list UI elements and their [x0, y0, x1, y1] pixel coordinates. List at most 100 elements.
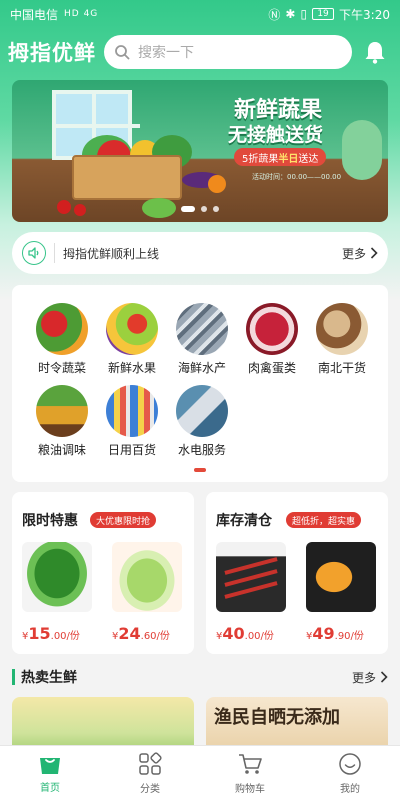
- signal-indicator: HD 4G: [64, 9, 99, 19]
- meat-icon: [246, 303, 298, 355]
- utility-service-icon: [176, 385, 228, 437]
- window-frame: [52, 124, 140, 128]
- section-accent-bar: [12, 669, 15, 685]
- category-meat[interactable]: 肉禽蛋类: [236, 303, 308, 376]
- hot-more-label: 更多: [351, 670, 376, 685]
- category-seafood[interactable]: 海鲜水产: [166, 303, 238, 376]
- price-decimal: .00/份: [244, 631, 274, 642]
- banner-time: 活动时间：00.00——00.00: [252, 173, 342, 181]
- speaker-icon: [22, 241, 46, 265]
- grid-icon: [139, 751, 162, 775]
- banner-subline: 无接触送货: [228, 124, 324, 146]
- tab-label: 我的: [340, 783, 360, 795]
- daily-goods-icon: [106, 385, 158, 437]
- category-label: 新鲜水果: [107, 361, 156, 375]
- pager-dot[interactable]: [213, 206, 219, 212]
- chevron-right-icon: [380, 671, 388, 683]
- price-decimal: .90/份: [334, 631, 364, 642]
- mango-image[interactable]: [306, 542, 376, 612]
- smile-icon: [339, 752, 361, 775]
- tab-label: 购物车: [235, 783, 265, 795]
- notice-bar[interactable]: 拇指优鲜顺利上线 更多: [12, 232, 388, 274]
- category-daily-goods[interactable]: 日用百货: [96, 385, 168, 458]
- banner-pager: [12, 206, 388, 212]
- price-integer: 24: [118, 624, 141, 643]
- chopsticks-image[interactable]: [216, 542, 286, 612]
- banner-tag-suffix: 送达: [298, 153, 319, 165]
- tab-profile[interactable]: 我的: [300, 746, 400, 800]
- clearance-badge: 超低折，超实惠: [286, 512, 362, 528]
- hot-card-text: 渔民自晒无添加: [214, 707, 340, 728]
- notice-more-link[interactable]: 更多: [342, 245, 378, 262]
- product-price: ¥15.00/份: [22, 624, 80, 643]
- hot-more-link[interactable]: 更多: [352, 669, 388, 686]
- grain-oil-icon: [36, 385, 88, 437]
- tab-cart[interactable]: 购物车: [200, 746, 300, 800]
- product-price: ¥40.00/份: [216, 624, 274, 643]
- banner-tag-highlight: 半日: [278, 153, 299, 165]
- cart-icon: [239, 753, 262, 774]
- price-decimal: .60/份: [140, 631, 170, 642]
- price-integer: 49: [312, 624, 335, 643]
- flash-sale-card[interactable]: 限时特惠 大优惠限时抢 ¥15.00/份 ¥24.60/份: [12, 492, 194, 654]
- bluetooth-icon: ✱: [285, 7, 296, 21]
- cabbage-image[interactable]: [112, 542, 182, 612]
- clearance-card[interactable]: 库存清仓 超低折，超实惠 ¥40.00/份 ¥49.90/份: [206, 492, 388, 654]
- tab-category[interactable]: 分类: [100, 746, 200, 800]
- clearance-title: 库存清仓: [216, 513, 272, 529]
- category-label: 日用百货: [107, 443, 156, 457]
- search-icon: [115, 45, 130, 60]
- category-page-indicator: [194, 468, 206, 472]
- category-grid: 时令蔬菜 新鲜水果 海鲜水产 肉禽蛋类 南北干货 粮油调味 日用百货 水电服务: [12, 285, 388, 482]
- status-time: 下午3:20: [339, 7, 390, 22]
- category-label: 粮油调味: [37, 443, 86, 457]
- promo-banner[interactable]: 新鲜蔬果 无接触送货 5折蔬果 半日 送达 活动时间：00.00——00.00: [12, 80, 388, 222]
- pager-dot[interactable]: [201, 206, 207, 212]
- notice-text: 拇指优鲜顺利上线: [63, 246, 160, 261]
- bottom-tab-bar: 首页 分类 购物车 我的: [0, 745, 400, 800]
- pager-dot[interactable]: [181, 206, 195, 212]
- basket-illustration: [72, 155, 182, 200]
- search-input[interactable]: 搜索一下: [104, 35, 352, 69]
- battery-icon: 19: [312, 8, 335, 20]
- category-dry-goods[interactable]: 南北干货: [306, 303, 378, 376]
- notice-more-label: 更多: [341, 246, 366, 261]
- price-integer: 40: [222, 624, 245, 643]
- category-label: 时令蔬菜: [37, 361, 86, 375]
- category-label: 南北干货: [317, 361, 366, 375]
- vibrate-icon: ▯: [300, 7, 308, 21]
- product-price: ¥24.60/份: [112, 624, 170, 643]
- hot-section-title: 热卖生鲜: [21, 670, 77, 686]
- dry-goods-icon: [316, 303, 368, 355]
- search-placeholder: 搜索一下: [138, 45, 194, 61]
- hot-section-header: 热卖生鲜 更多: [12, 666, 388, 688]
- fruits-icon: [106, 303, 158, 355]
- vegetables-icon: [36, 303, 88, 355]
- category-label: 海鲜水产: [177, 361, 226, 375]
- battery-level: 19: [317, 9, 329, 19]
- app-header: 拇指优鲜 搜索一下: [0, 32, 400, 72]
- tab-label: 分类: [140, 783, 160, 795]
- status-bar: 中国电信 HD 4G Ⓝ ✱ ▯ 19 下午3:20: [0, 0, 400, 28]
- category-label: 肉禽蛋类: [247, 361, 296, 375]
- flash-sale-badge: 大优惠限时抢: [90, 512, 157, 528]
- seafood-icon: [176, 303, 228, 355]
- status-right: Ⓝ ✱ ▯ 19 下午3:20: [268, 6, 390, 23]
- banner-tag-prefix: 5折蔬果: [242, 153, 279, 165]
- notice-divider: [54, 243, 55, 263]
- category-utility-service[interactable]: 水电服务: [166, 385, 238, 458]
- category-fruits[interactable]: 新鲜水果: [96, 303, 168, 376]
- bell-icon[interactable]: [362, 39, 388, 65]
- product-price: ¥49.90/份: [306, 624, 364, 643]
- orange-illustration: [208, 175, 226, 193]
- category-label: 水电服务: [177, 443, 226, 457]
- spinach-image[interactable]: [22, 542, 92, 612]
- category-grain-oil[interactable]: 粮油调味: [26, 385, 98, 458]
- tab-home[interactable]: 首页: [0, 746, 100, 800]
- category-vegetables[interactable]: 时令蔬菜: [26, 303, 98, 376]
- carrier-label: 中国电信: [10, 7, 59, 22]
- home-bag-icon: [40, 757, 60, 774]
- tab-label: 首页: [40, 782, 60, 794]
- flash-sale-title: 限时特惠: [22, 513, 78, 529]
- chevron-right-icon: [370, 247, 378, 259]
